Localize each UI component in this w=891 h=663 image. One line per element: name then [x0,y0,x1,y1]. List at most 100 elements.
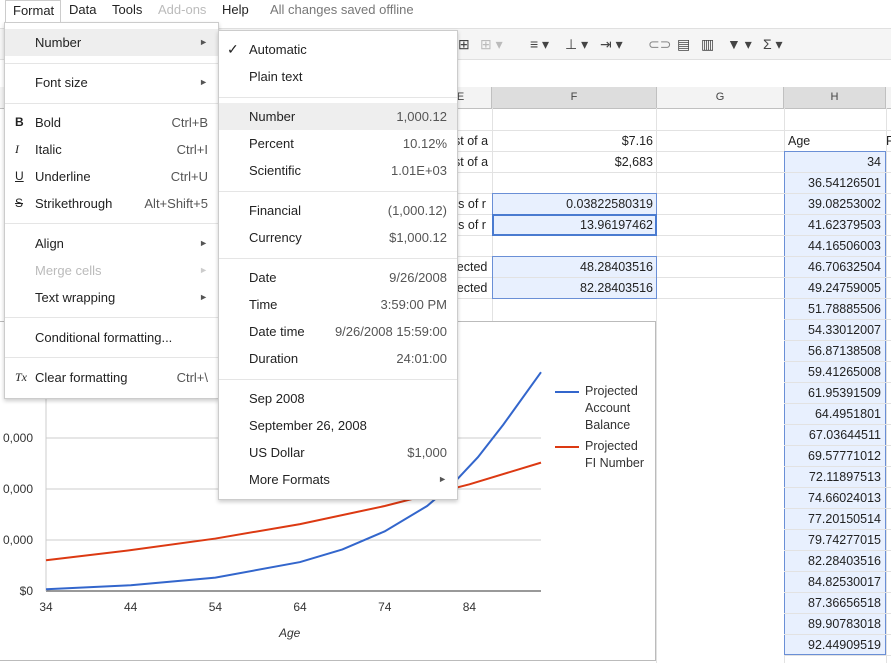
column-header-g[interactable]: G [657,87,784,108]
strikethrough-icon: S [15,196,24,210]
menu-item-italic[interactable]: I Italic Ctrl+I [5,136,218,163]
menu-item-clear-formatting[interactable]: Tx Clear formatting Ctrl+\ [5,364,218,391]
italic-icon: I [15,142,19,156]
cell-h[interactable]: 64.4951801 [786,404,884,424]
link-icon[interactable]: ⊂⊃ [648,34,671,54]
cell-e[interactable]: st of a [454,152,492,172]
active-cell[interactable] [492,214,657,236]
cell-h[interactable]: 56.87138508 [786,341,884,361]
cell-h[interactable]: 92.44909519 [786,635,884,655]
format-time[interactable]: Time 3:59:00 PM [219,291,457,318]
format-automatic[interactable]: ✓ Automatic [219,36,457,63]
menu-help[interactable]: Help [222,0,249,22]
menu-item-number[interactable]: Number ► [5,29,218,56]
menu-item-bold[interactable]: B Bold Ctrl+B [5,109,218,136]
menu-item-align[interactable]: Align ► [5,230,218,257]
menu-format[interactable]: Format [5,0,61,22]
format-month-year[interactable]: Sep 2008 [219,385,457,412]
x-tick-label: 54 [209,600,223,614]
cell-h[interactable]: 69.57771012 [786,446,884,466]
menu-data[interactable]: Data [69,0,96,22]
cell-h[interactable]: 84.82530017 [786,572,884,592]
cell-h[interactable]: 77.20150514 [786,509,884,529]
cell-h[interactable]: 41.62379503 [786,215,884,235]
valign-icon[interactable]: ⊥ ▾ [565,34,588,54]
format-financial[interactable]: Financial (1,000.12) [219,197,457,224]
format-duration[interactable]: Duration 24:01:00 [219,345,457,372]
menu-tools[interactable]: Tools [112,0,142,22]
grid-line [784,655,891,656]
comment-icon[interactable]: ▤ [677,34,690,54]
number-format-submenu: ✓ Automatic Plain text Number 1,000.12 Per… [218,30,458,500]
x-tick-label: 44 [124,600,138,614]
menu-item-conditional-formatting[interactable]: Conditional formatting... [5,324,218,351]
menu-item-font-size[interactable]: Font size ► [5,69,218,96]
cell-h[interactable]: 59.41265008 [786,362,884,382]
cell-h[interactable]: 46.70632504 [786,257,884,277]
x-axis-label: Age [279,626,301,640]
legend-fi-number: Projected FI Number [585,439,645,470]
format-number[interactable]: Number 1,000.12 [219,103,457,130]
save-status: All changes saved offline [270,2,414,17]
menu-add-ons[interactable]: Add-ons [158,0,206,22]
selection-range [492,256,657,299]
bold-icon: B [15,115,24,129]
format-currency[interactable]: Currency $1,000.12 [219,224,457,251]
format-full-date[interactable]: September 26, 2008 [219,412,457,439]
cell-h[interactable]: 61.95391509 [786,383,884,403]
y-tick-label: $0 [20,584,34,598]
cell-e[interactable]: rs of r [454,194,492,214]
cell-h[interactable]: 67.03644511 [786,425,884,445]
cell-h[interactable]: 74.66024013 [786,488,884,508]
format-percent[interactable]: Percent 10.12% [219,130,457,157]
cell-h[interactable]: 89.90783018 [786,614,884,634]
cell-e[interactable]: rs of r [454,215,492,235]
menu-item-merge-cells[interactable]: Merge cells ► [5,257,218,284]
x-tick-label: 74 [378,600,392,614]
cell-e[interactable]: jected [454,257,492,277]
legend-account-balance: Projected Account Balance [585,384,638,432]
cell-h[interactable]: 36.54126501 [786,173,884,193]
format-us-dollar[interactable]: US Dollar $1,000 [219,439,457,466]
checkmark-icon: ✓ [227,41,239,57]
format-date[interactable]: Date 9/26/2008 [219,264,457,291]
cell-h[interactable]: 72.11897513 [786,467,884,487]
y-tick-label: 0,000 [3,482,33,496]
cell-i-fragment[interactable]: F [886,131,891,151]
column-header-f[interactable]: F [492,87,657,108]
format-more-formats[interactable]: More Formats ► [219,466,457,493]
cell-h[interactable]: 39.08253002 [786,194,884,214]
cell-h[interactable]: 49.24759005 [786,278,884,298]
grid-line [886,108,887,663]
format-date-time[interactable]: Date time 9/26/2008 15:59:00 [219,318,457,345]
cell-h[interactable]: 82.28403516 [786,551,884,571]
menu-item-underline[interactable]: U Underline Ctrl+U [5,163,218,190]
filter-icon[interactable]: ▼ ▾ [727,34,752,54]
cell-h[interactable]: 54.33012007 [786,320,884,340]
functions-icon[interactable]: Σ ▾ [763,34,783,54]
align-icon[interactable]: ≡ ▾ [530,34,549,54]
column-header-h[interactable]: H [784,87,886,108]
cell-e[interactable]: st of a [454,131,492,151]
chart-icon[interactable]: ▥ [701,34,714,54]
cell-h[interactable]: 34 [786,152,884,172]
x-tick-label: 64 [293,600,307,614]
cell-h[interactable]: 44.16506003 [786,236,884,256]
cell-h[interactable]: 87.36656518 [786,593,884,613]
cell-f[interactable]: $2,683 [493,152,656,172]
format-scientific[interactable]: Scientific 1.01E+03 [219,157,457,184]
format-plain-text[interactable]: Plain text [219,63,457,90]
menu-item-strikethrough[interactable]: S Strikethrough Alt+Shift+5 [5,190,218,217]
merge-icon[interactable]: ⊞ ▾ [480,34,503,54]
cell-f[interactable]: $7.16 [493,131,656,151]
text-direction-icon[interactable]: ⇥ ▾ [600,34,623,54]
cell-h[interactable]: 51.78885506 [786,299,884,319]
toolbar-overflow-icon[interactable]: ⊞ [458,34,470,54]
menu-item-text-wrapping[interactable]: Text wrapping ► [5,284,218,311]
x-tick-label: 34 [39,600,53,614]
cell-h-header[interactable]: Age [788,131,884,151]
cell-e[interactable]: jected [454,278,492,298]
clear-formatting-icon: Tx [15,370,27,384]
cell-h[interactable]: 79.74277015 [786,530,884,550]
menu-bar: Format Data Tools Add-ons Help All chang… [0,0,891,22]
